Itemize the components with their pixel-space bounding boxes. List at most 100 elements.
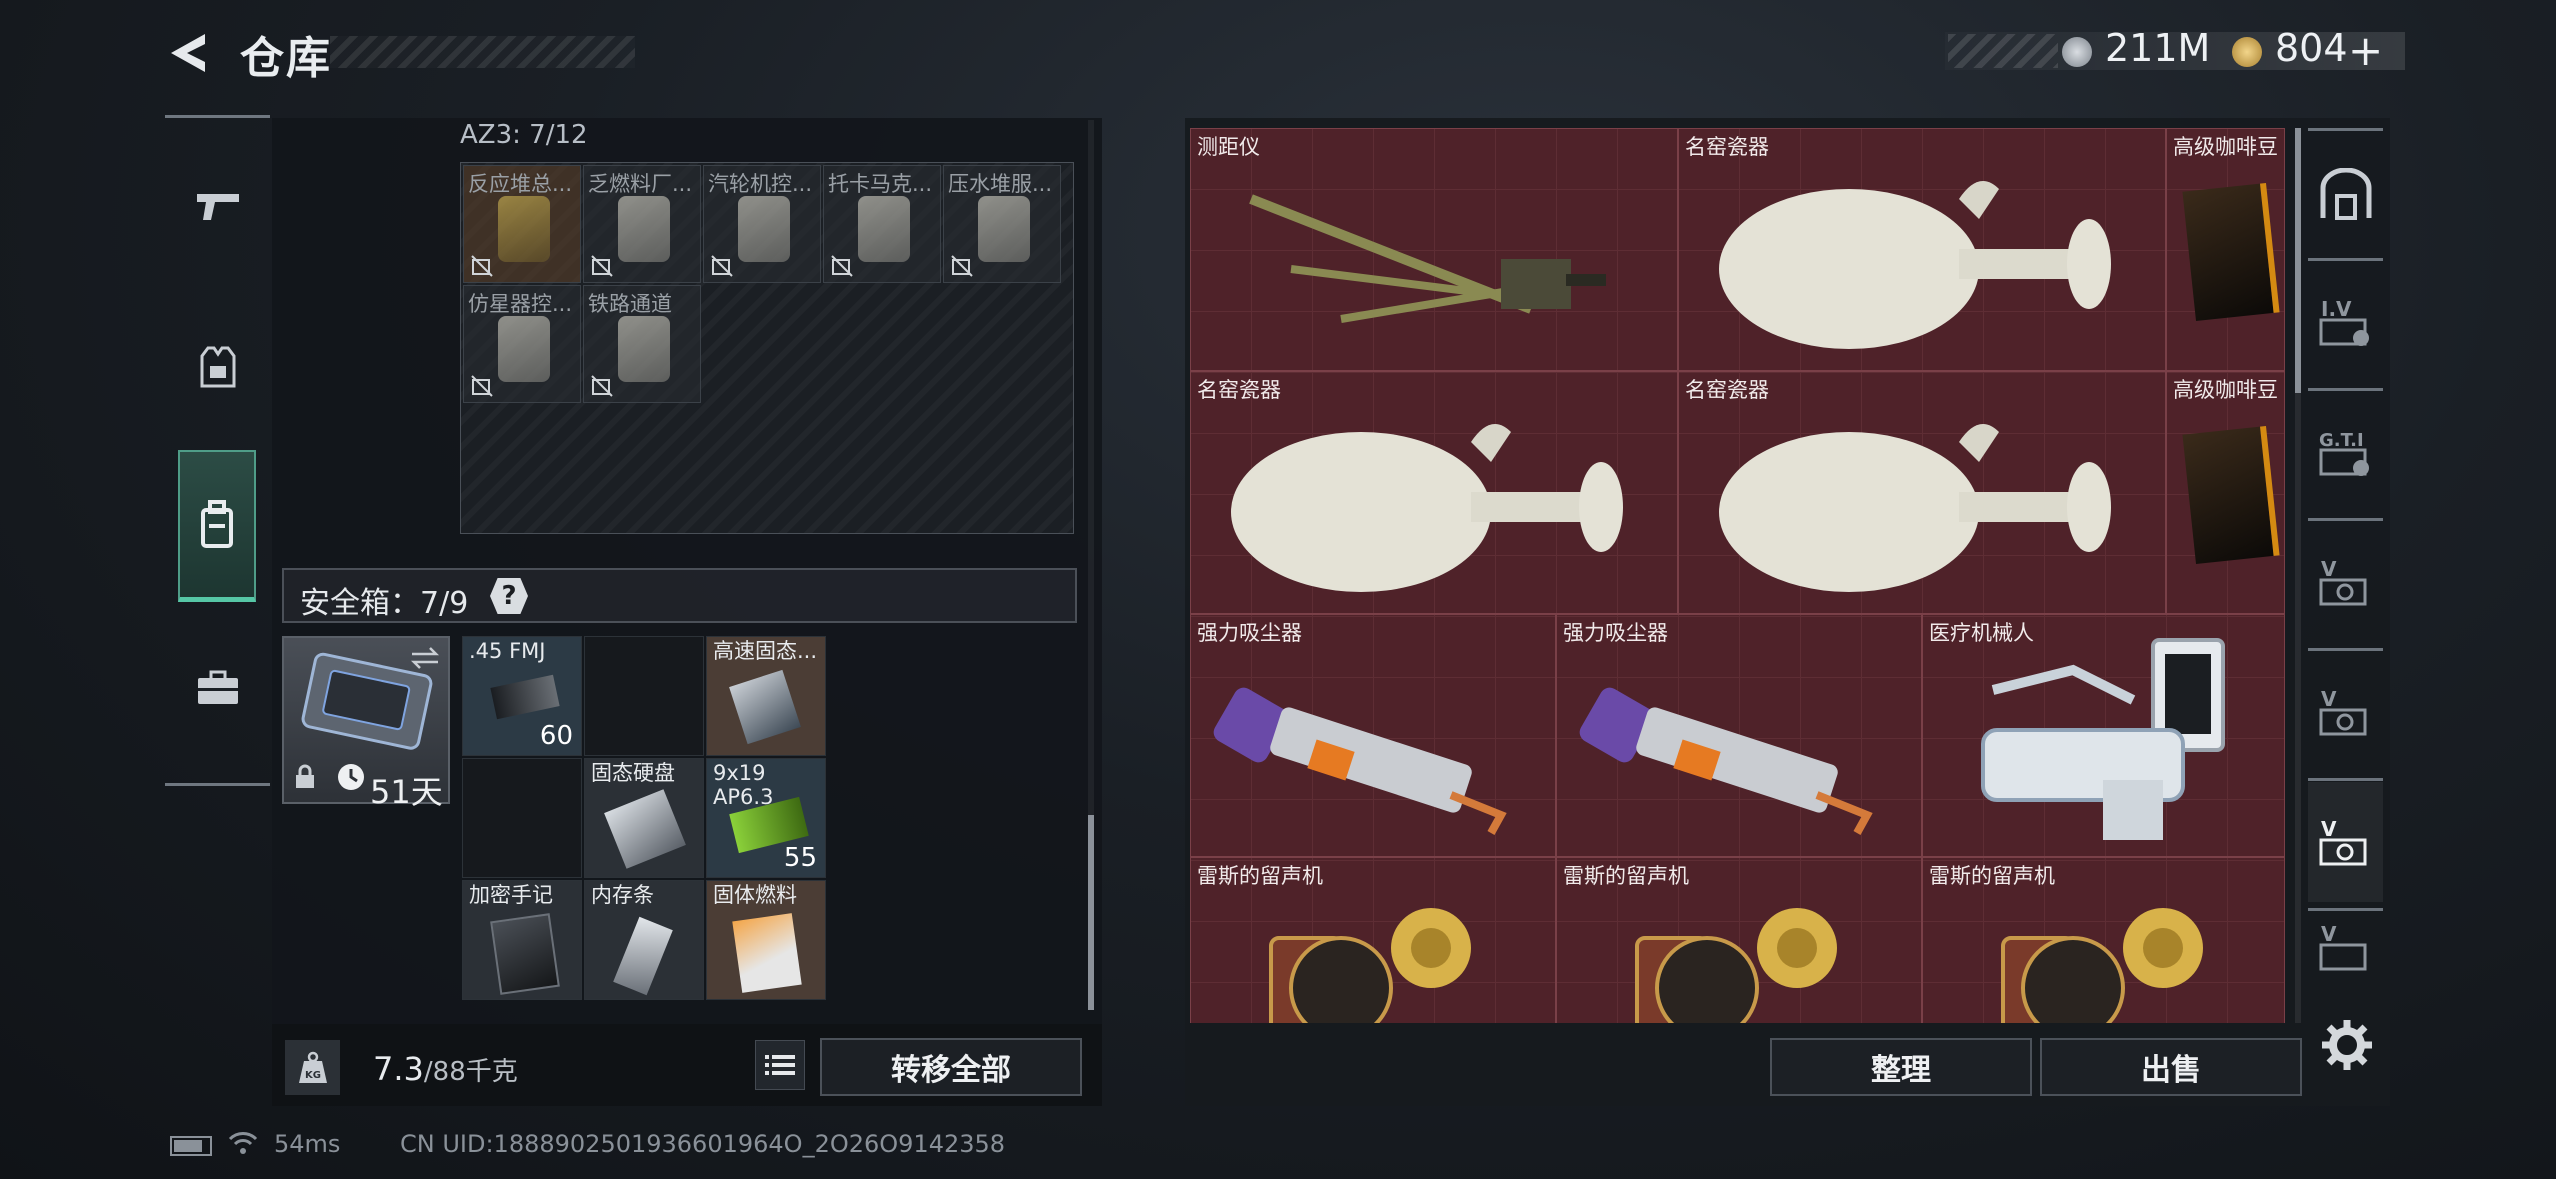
toolbox-tab[interactable]	[165, 630, 270, 745]
gear-tab[interactable]	[165, 310, 270, 425]
back-button[interactable]	[165, 28, 215, 78]
stash-item[interactable]: 高级咖啡豆	[2166, 371, 2285, 614]
no-insure-icon	[471, 375, 493, 397]
container-item[interactable]: 反应堆总...	[463, 165, 581, 283]
gramophone-icon	[1269, 908, 1471, 1023]
left-scrollbar-thumb[interactable]	[1088, 815, 1094, 1010]
stash-page-icon: I.V	[2319, 297, 2369, 346]
porcelain-vase-icon	[1719, 424, 2111, 592]
transfer-all-button[interactable]: 转移全部	[820, 1038, 1082, 1096]
safe-slot[interactable]: 内存条	[584, 880, 704, 1000]
wifi-icon	[228, 1132, 258, 1154]
toolbox-icon	[197, 670, 238, 704]
stash-item[interactable]: 雷斯的留声机	[1922, 857, 2285, 1023]
warehouse-icon	[2320, 168, 2371, 220]
stash-page-tab-6[interactable]: V	[2308, 912, 2383, 982]
add-currency-button[interactable]: +	[2348, 26, 2383, 75]
stash-item[interactable]: 强力吸尘器	[1190, 614, 1556, 857]
stash-item[interactable]: 名窑瓷器	[1678, 128, 2166, 371]
backpack-icon	[201, 499, 233, 548]
sell-button[interactable]: 出售	[2040, 1038, 2302, 1096]
stash-item[interactable]: 雷斯的留声机	[1190, 857, 1556, 1023]
firearms-tab[interactable]	[165, 150, 270, 265]
svg-text:KG: KG	[305, 1070, 321, 1081]
safe-slot[interactable]: 固态硬盘	[584, 758, 704, 878]
ssd-icon	[729, 669, 801, 745]
carry-weight: 7.3/88千克	[373, 1050, 518, 1088]
backpack-tab[interactable]	[178, 450, 256, 602]
gramophone-icon	[1635, 908, 1837, 1023]
clock-icon	[338, 764, 364, 790]
swap-icon[interactable]	[410, 646, 440, 670]
rangefinder-icon	[1249, 194, 1606, 323]
stash-item[interactable]: 高级咖啡豆	[2166, 128, 2285, 371]
container-item[interactable]: 乏燃料厂...	[583, 165, 701, 283]
stash-page-tab-2[interactable]: G.T.I	[2308, 392, 2383, 512]
sidebar-divider	[2308, 128, 2383, 131]
stash-page-tab-4[interactable]: V	[2308, 652, 2383, 772]
coffee-bag-icon	[2182, 182, 2280, 322]
stash-page-icon: V	[2319, 922, 2366, 971]
svg-text:V: V	[2321, 557, 2337, 581]
notebook-icon	[490, 913, 560, 995]
stash-overview-tab[interactable]	[2308, 135, 2383, 255]
battery-icon	[170, 1136, 212, 1156]
svg-text:V: V	[2321, 817, 2337, 841]
sidebar-divider	[2308, 908, 2383, 911]
settings-button[interactable]	[2320, 1018, 2374, 1072]
stash-item[interactable]: 名窑瓷器	[1190, 371, 1678, 614]
safe-slot-empty[interactable]	[584, 636, 704, 756]
stash-page-tab-3[interactable]: V	[2308, 522, 2383, 642]
porcelain-vase-icon	[1719, 181, 2111, 349]
stash-item[interactable]: 测距仪	[1190, 128, 1678, 371]
safe-slot[interactable]: .45 FMJ 60	[462, 636, 582, 756]
gold-balance: 804	[2275, 26, 2348, 70]
stash-item[interactable]: 名窑瓷器	[1678, 371, 2166, 614]
keycard-icon	[738, 196, 790, 262]
keycard-icon	[618, 196, 670, 262]
no-insure-icon	[711, 255, 733, 277]
container-capacity-label: AZ3: 7/12	[460, 120, 588, 150]
container-item[interactable]: 汽轮机控...	[703, 165, 821, 283]
container-item[interactable]: 托卡马克...	[823, 165, 941, 283]
user-uid: CN UID:1888902501936601964O_2O26O9142358	[400, 1130, 1006, 1158]
page-title: 仓库	[240, 33, 332, 84]
organize-button[interactable]: 整理	[1770, 1038, 2032, 1096]
gear-icon	[2322, 1020, 2372, 1070]
container-grid: 反应堆总... 乏燃料厂... 汽轮机控... 托卡马克... 压水堆服... …	[460, 162, 1074, 534]
safe-slot-empty[interactable]	[462, 758, 582, 878]
safe-box-help-button[interactable]: ?	[490, 578, 528, 614]
svg-text:V: V	[2321, 922, 2337, 946]
keycard-icon	[498, 316, 550, 382]
stash-page-tab-1[interactable]: I.V	[2308, 262, 2383, 382]
stash-page-tab-5-active[interactable]: V	[2308, 782, 2383, 902]
medical-robot-icon	[1981, 638, 2225, 840]
pistol-icon	[196, 193, 239, 220]
back-arrow-icon	[171, 34, 205, 72]
svg-text:V: V	[2321, 687, 2337, 711]
ammo-box-icon	[490, 674, 560, 720]
silver-balance: 211M	[2105, 26, 2211, 70]
kg-weight-icon: KG	[298, 1051, 327, 1083]
container-item[interactable]: 压水堆服...	[943, 165, 1061, 283]
stash-item[interactable]: 雷斯的留声机	[1556, 857, 1922, 1023]
stash-page-icon: V	[2319, 817, 2366, 866]
safe-slot[interactable]: 加密手记	[462, 880, 582, 1000]
ping-display: 54ms	[274, 1130, 341, 1158]
porcelain-vase-icon	[1231, 424, 1623, 592]
container-item[interactable]: 仿星器控...	[463, 285, 581, 403]
stash-item[interactable]: 强力吸尘器	[1556, 614, 1922, 857]
list-view-button[interactable]	[755, 1040, 805, 1090]
safe-slot[interactable]: 高速固态...	[706, 636, 826, 756]
safe-slot[interactable]: 固体燃料	[706, 880, 826, 1000]
hard-drive-icon	[604, 789, 686, 869]
no-insure-icon	[951, 255, 973, 277]
safe-slot[interactable]: 9x19 AP6.3 55	[706, 758, 826, 878]
stash-scrollbar-thumb[interactable]	[2295, 128, 2301, 393]
sidebar-divider	[2308, 648, 2383, 651]
sidebar-divider	[2308, 518, 2383, 521]
ram-stick-icon	[613, 916, 673, 996]
stash-item[interactable]: 医疗机械人	[1922, 614, 2285, 857]
keycard-icon	[618, 316, 670, 382]
container-item[interactable]: 铁路通道	[583, 285, 701, 403]
